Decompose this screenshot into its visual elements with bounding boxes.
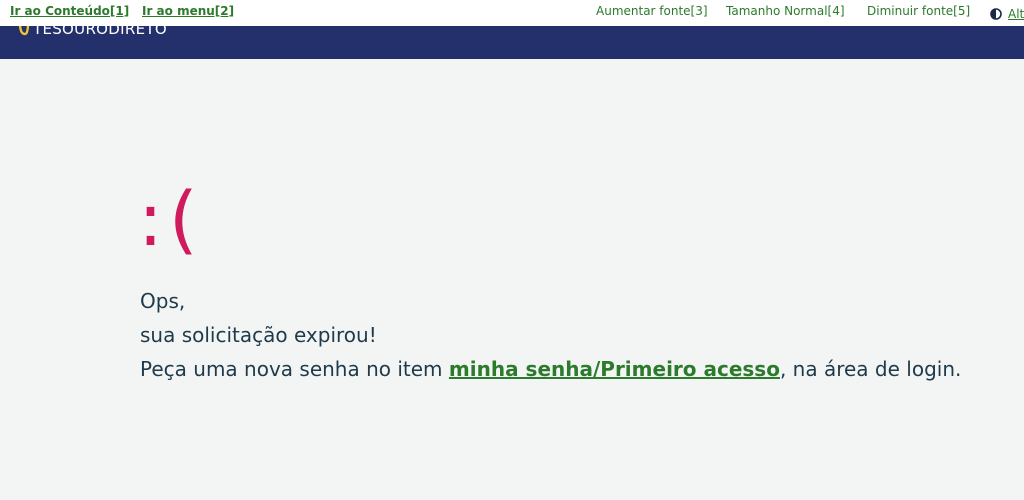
site-header: TESOURODIRETO <box>0 26 1024 59</box>
tesouro-direto-logo[interactable]: TESOURODIRETO <box>18 26 167 39</box>
skip-to-content-link[interactable]: Ir ao Conteúdo[1] <box>10 4 129 18</box>
message-line-instructions: Peça uma nova senha no item minha senha/… <box>140 352 961 386</box>
high-contrast-label: Alto contraste[6] <box>1008 6 1024 21</box>
first-access-password-link[interactable]: minha senha/Primeiro acesso <box>449 357 780 381</box>
message-line-ops: Ops, <box>140 289 186 313</box>
normal-font-size-link[interactable]: Tamanho Normal[4] <box>726 4 845 18</box>
increase-font-link[interactable]: Aumentar fonte[3] <box>596 4 708 18</box>
accessibility-bar: Ir ao Conteúdo[1] Ir ao menu[2] Aumentar… <box>0 0 1024 26</box>
message-line-expired: sua solicitação expirou! <box>140 323 377 347</box>
logo-text: TESOURODIRETO <box>33 26 167 38</box>
skip-to-menu-link[interactable]: Ir ao menu[2] <box>142 4 234 18</box>
contrast-icon <box>990 7 1002 20</box>
expired-message: Ops, sua solicitação expirou! Peça uma n… <box>140 284 961 386</box>
tesouro-logo-icon <box>18 26 30 36</box>
decrease-font-link[interactable]: Diminuir fonte[5] <box>867 4 970 18</box>
sad-face-icon: :( <box>138 177 204 263</box>
instruction-suffix: , na área de login. <box>779 357 962 381</box>
high-contrast-toggle[interactable]: Alto contraste[6] <box>990 3 1024 23</box>
instruction-prefix: Peça uma nova senha no item <box>140 357 449 381</box>
